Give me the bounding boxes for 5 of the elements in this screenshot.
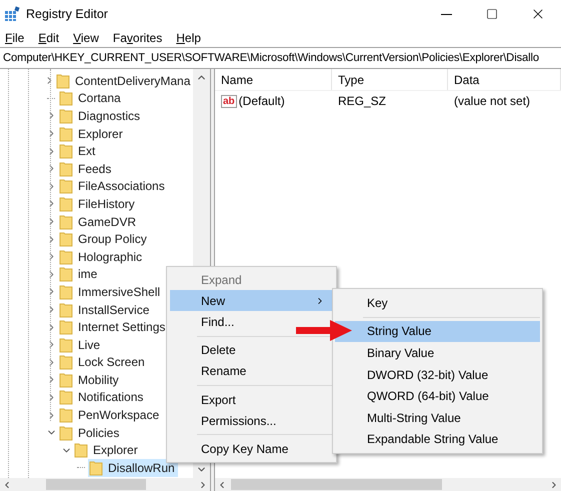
table-cell: REG_SZ (338, 94, 386, 108)
string-type-icon: ab (221, 94, 237, 108)
table-cell: (value not set) (454, 94, 530, 108)
window-title: Registry Editor (26, 6, 109, 23)
table-cell-text: (Default) (238, 93, 285, 110)
